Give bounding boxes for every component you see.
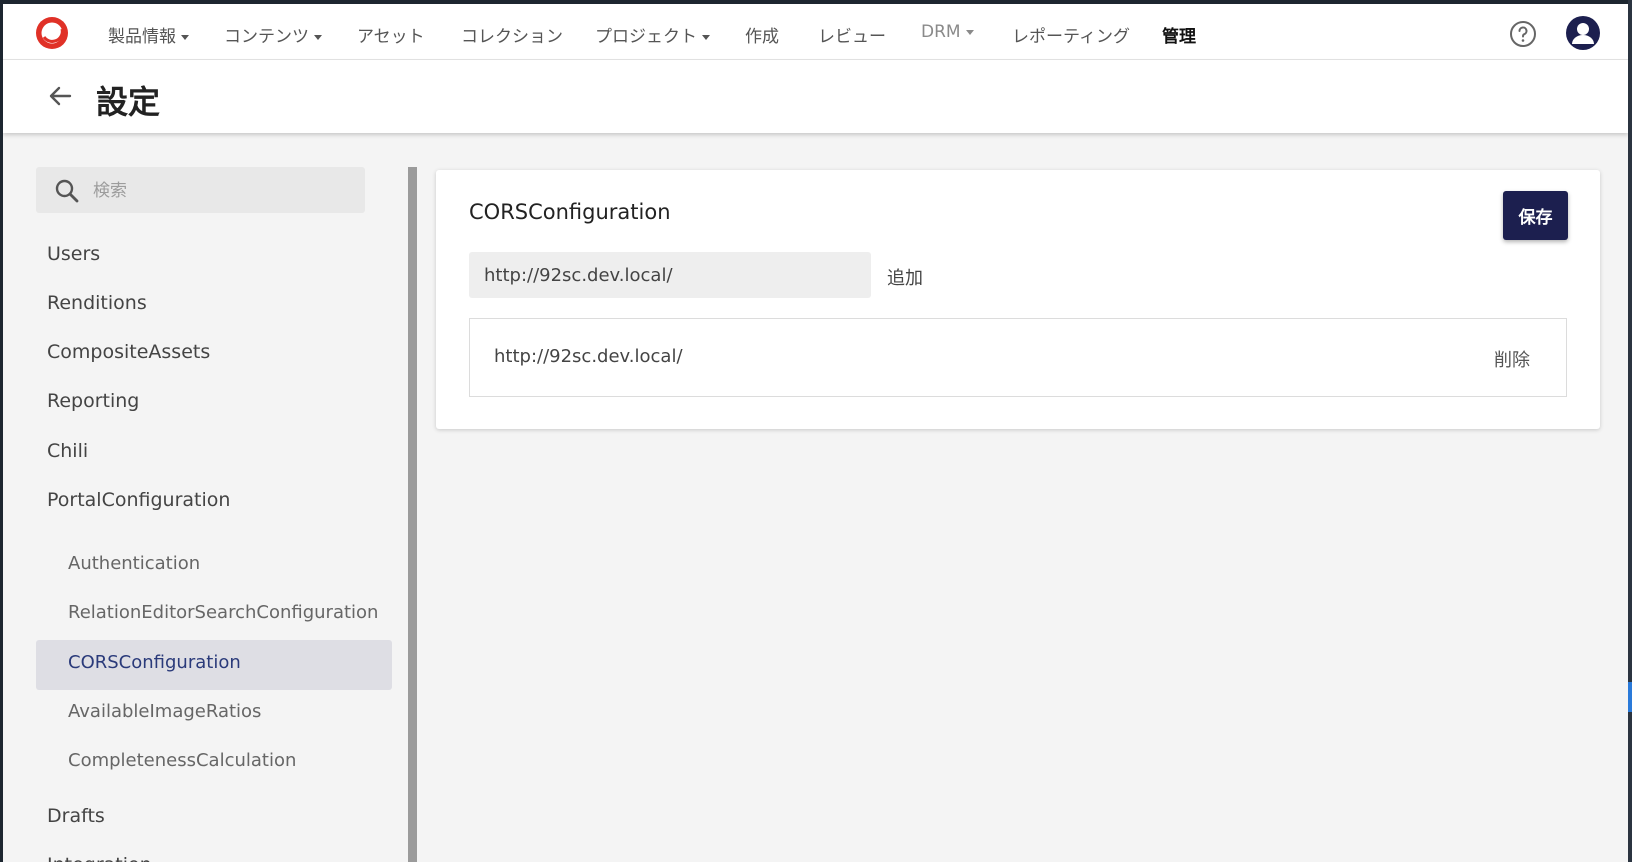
chevron-down-icon	[965, 29, 974, 35]
sidebar-item-renditions[interactable]: Renditions	[47, 292, 147, 314]
sidebar-subitem-corsconfiguration[interactable]: CORSConfiguration	[68, 652, 241, 673]
nav-content[interactable]: コンテンツ	[224, 22, 322, 47]
sidebar-search[interactable]	[36, 167, 365, 215]
card-title: CORSConfiguration	[469, 200, 671, 224]
chevron-down-icon	[314, 34, 322, 40]
sidebar-item-users[interactable]: Users	[47, 243, 100, 265]
app-window: 製品情報 コンテンツ アセット コレクション プロジェクト 作成 レビュー DR…	[3, 4, 1628, 862]
nav-review[interactable]: レビュー	[818, 22, 886, 47]
save-button[interactable]: 保存	[1503, 191, 1568, 240]
cors-entry-url: http://92sc.dev.local/	[494, 346, 683, 367]
nav-projects-label: プロジェクト	[595, 27, 697, 47]
nav-drm-label: DRM	[921, 22, 961, 42]
nav-product-info-label: 製品情報	[108, 27, 176, 47]
nav-admin[interactable]: 管理	[1162, 22, 1196, 47]
nav-reporting[interactable]: レポーティング	[1012, 22, 1130, 47]
sidebar-item-reporting[interactable]: Reporting	[47, 390, 139, 412]
sidebar-subitem-authentication[interactable]: Authentication	[68, 553, 200, 574]
sidebar-subitem-availableimageratios[interactable]: AvailableImageRatios	[68, 701, 261, 722]
nav-assets[interactable]: アセット	[357, 22, 425, 47]
add-button[interactable]: 追加	[887, 264, 923, 290]
background-window-edge	[1628, 0, 1632, 862]
nav-collections[interactable]: コレクション	[461, 22, 563, 47]
top-navigation: 製品情報 コンテンツ アセット コレクション プロジェクト 作成 レビュー DR…	[3, 4, 1628, 60]
sidebar-subitem-completenesscalculation[interactable]: CompletenessCalculation	[68, 750, 296, 771]
cors-url-input[interactable]	[469, 252, 871, 298]
search-input[interactable]	[91, 167, 355, 215]
sidebar-subitem-relationeditorsearchconfiguration[interactable]: RelationEditorSearchConfiguration	[68, 602, 378, 623]
sidebar-item-integration[interactable]: Integration	[47, 854, 152, 862]
delete-button[interactable]: 削除	[1494, 346, 1530, 372]
user-avatar-icon[interactable]	[1566, 16, 1600, 50]
nav-projects[interactable]: プロジェクト	[595, 22, 710, 47]
sidebar-item-portalconfiguration[interactable]: PortalConfiguration	[47, 489, 230, 511]
sidebar-item-drafts[interactable]: Drafts	[47, 805, 105, 827]
page-title: 設定	[96, 83, 161, 121]
sidebar-item-chili[interactable]: Chili	[47, 440, 88, 462]
cors-entry-row: http://92sc.dev.local/ 削除	[469, 318, 1567, 397]
nav-content-label: コンテンツ	[224, 27, 309, 47]
nav-drm[interactable]: DRM	[921, 22, 974, 42]
page-header: 設定	[3, 60, 1628, 133]
help-circle-icon[interactable]	[1509, 20, 1537, 48]
nav-create[interactable]: 作成	[745, 22, 779, 47]
nav-product-info[interactable]: 製品情報	[108, 22, 189, 47]
brand-logo-icon[interactable]	[34, 15, 70, 51]
chevron-down-icon	[702, 34, 710, 40]
sidebar-scrollbar[interactable]	[408, 167, 417, 862]
background-window-accent	[1628, 682, 1632, 712]
cors-configuration-card: CORSConfiguration 保存 追加 http://92sc.dev.…	[436, 170, 1600, 429]
chevron-down-icon	[181, 34, 189, 40]
sidebar-item-compositeassets[interactable]: CompositeAssets	[47, 341, 210, 363]
arrow-left-icon[interactable]	[46, 82, 74, 110]
search-icon	[55, 179, 79, 203]
